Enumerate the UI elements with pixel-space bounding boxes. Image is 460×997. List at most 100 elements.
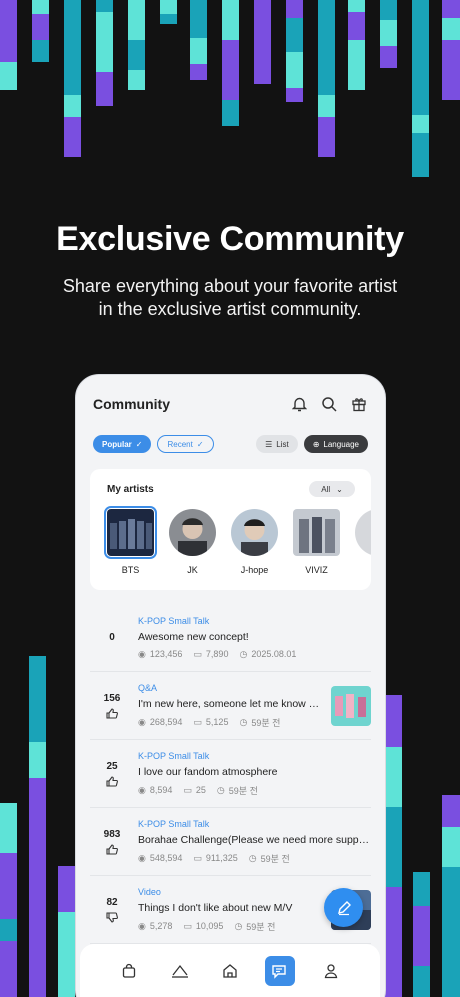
post-title: Borahae Challenge(Please we need more su…	[138, 833, 371, 846]
community-icon[interactable]	[265, 955, 296, 986]
post-score: 0	[96, 632, 128, 643]
recent-label: Recent	[167, 439, 193, 449]
comment-icon: ▭	[193, 648, 202, 659]
list-icon: ☰	[265, 439, 273, 449]
chevron-down-icon: ⌄	[336, 484, 343, 494]
hero-subtitle: Share everything about your favorite art…	[0, 275, 460, 321]
post-score: 82	[96, 897, 128, 923]
time: ◷ 59분 전	[216, 784, 258, 796]
score-value: 82	[106, 896, 118, 908]
artist-avatar	[355, 509, 371, 556]
hero-title: Exclusive Community	[56, 220, 404, 258]
comments: ▭ 10,095	[183, 920, 224, 932]
list-label: List	[276, 439, 289, 449]
views: ◉ 8,594	[138, 784, 173, 796]
artist-item[interactable]: VIVIZ	[293, 509, 340, 575]
my-artists-card: My artists All ⌄ BTS JK J-hope VIVIZ	[90, 469, 371, 590]
score-value: 156	[103, 692, 121, 704]
recent-filter-chip[interactable]: Recent ✓	[157, 435, 214, 453]
score-value: 983	[103, 828, 121, 840]
post-thumbnail	[331, 685, 371, 726]
comment-icon: ▭	[183, 784, 192, 795]
eye-icon: ◉	[138, 920, 146, 931]
artist-item[interactable]: BTS	[104, 506, 157, 575]
profile-icon[interactable]	[316, 956, 346, 986]
artist-filter-dropdown[interactable]: All ⌄	[309, 481, 355, 497]
comment-icon: ▭	[193, 852, 202, 863]
artist-avatar	[231, 509, 278, 556]
artist-list: BTS JK J-hope VIVIZ	[104, 506, 371, 575]
filter-bar: Popular ✓ Recent ✓ ☰ List ⊕ Language	[76, 433, 385, 455]
clock-icon: ◷	[216, 784, 225, 795]
post-title: I'm new here, someone let me know how...	[138, 697, 323, 710]
app-header: Community	[76, 375, 385, 433]
pencil-icon	[337, 900, 351, 915]
shop-icon[interactable]	[114, 956, 144, 986]
time: ◷ 59분 전	[239, 716, 281, 728]
artist-item[interactable]: J-hope	[231, 509, 278, 575]
home-icon[interactable]	[215, 956, 245, 986]
views: ◉ 5,278	[138, 920, 173, 932]
post-category: K-POP Small Talk	[138, 818, 210, 829]
post-item[interactable]: 983 K-POP Small Talk Borahae Challenge(P…	[90, 808, 371, 876]
views: ◉ 268,594	[138, 716, 183, 728]
post-title: Awesome new concept!	[138, 630, 249, 643]
artist-item[interactable]: JK	[169, 509, 216, 575]
post-item[interactable]: 156 Q&A I'm new here, someone let me kno…	[90, 672, 371, 740]
post-title: I love our fandom atmosphere	[138, 765, 278, 778]
post-score: 983	[96, 829, 128, 855]
post-score: 25	[96, 761, 128, 787]
artist-icon[interactable]	[165, 956, 195, 986]
clock-icon: ◷	[239, 648, 248, 659]
popular-label: Popular	[102, 439, 132, 449]
artist-name: VIVIZ	[305, 565, 328, 575]
score-value: 25	[106, 760, 118, 772]
comments: ▭ 7,890	[193, 648, 229, 660]
gift-icon[interactable]	[349, 394, 369, 414]
eye-icon: ◉	[138, 716, 146, 727]
comments: ▭ 5,125	[193, 716, 229, 728]
score-value: 0	[109, 632, 115, 643]
search-icon[interactable]	[319, 394, 339, 414]
post-item[interactable]: 25 K-POP Small Talk I love our fandom at…	[90, 740, 371, 808]
bottom-nav	[80, 944, 380, 997]
language-label: Language	[323, 439, 359, 449]
check-icon: ✓	[135, 439, 143, 449]
my-artists-title: My artists	[107, 483, 154, 495]
artist-name: J-hope	[240, 565, 269, 575]
artist-name: JK	[187, 565, 198, 575]
post-item[interactable]: 0 K-POP Small Talk Awesome new concept! …	[90, 604, 371, 672]
eye-icon: ◉	[138, 852, 146, 863]
post-score: 156	[96, 693, 128, 719]
hero-subtitle-line-2: in the exclusive artist community.	[98, 299, 362, 319]
language-button[interactable]: ⊕ Language	[303, 435, 368, 453]
post-category: K-POP Small Talk	[138, 615, 210, 626]
comment-icon: ▭	[193, 716, 202, 727]
views: ◉ 548,594	[138, 852, 183, 864]
thumbs-down-icon	[106, 911, 118, 923]
thumbs-up-icon	[106, 775, 118, 787]
clock-icon: ◷	[239, 716, 248, 727]
bell-icon[interactable]	[289, 394, 309, 414]
hero-subtitle-line-1: Share everything about your favorite art…	[62, 276, 398, 296]
time: ◷ 59분 전	[234, 920, 276, 932]
globe-icon: ⊕	[312, 439, 320, 449]
clock-icon: ◷	[234, 920, 243, 931]
hero: Exclusive Community Share everything abo…	[0, 220, 460, 321]
list-view-button[interactable]: ☰ List	[256, 435, 298, 453]
thumbs-up-icon	[106, 843, 118, 855]
post-category: Video	[138, 886, 161, 897]
views: ◉ 123,456	[138, 648, 183, 660]
artist-avatar	[169, 509, 216, 556]
artist-name: BTS	[121, 565, 140, 575]
eye-icon: ◉	[138, 784, 146, 795]
time: ◷ 59분 전	[248, 852, 290, 864]
artist-avatar	[104, 506, 157, 559]
popular-filter-chip[interactable]: Popular ✓	[93, 435, 152, 453]
write-post-button[interactable]	[324, 888, 363, 927]
comments: ▭ 911,325	[193, 852, 238, 864]
artist-item[interactable]	[355, 509, 371, 575]
post-category: K-POP Small Talk	[138, 750, 210, 761]
time: ◷ 2025.08.01	[239, 648, 297, 660]
post-category: Q&A	[138, 682, 158, 693]
